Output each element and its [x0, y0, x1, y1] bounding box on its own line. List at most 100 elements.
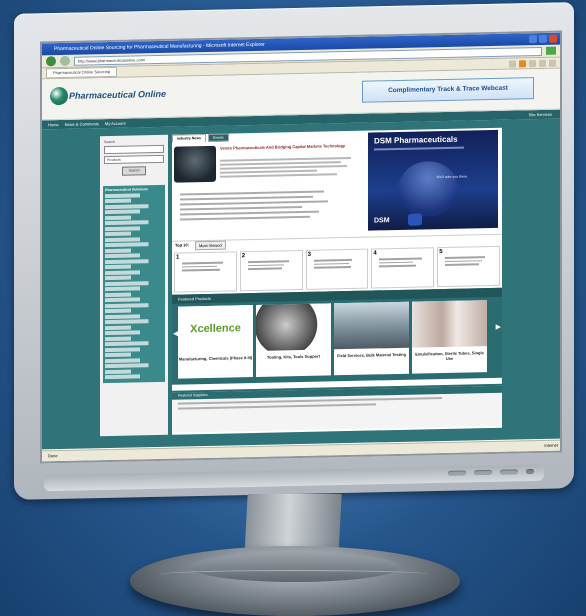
category-link[interactable]	[105, 296, 163, 303]
featured-item[interactable]: Xcellence Manufacturing, Chemicals (Phas…	[178, 305, 253, 379]
category-link[interactable]	[105, 340, 163, 347]
featured-item[interactable]: Field Services, Bulk Material Testing	[334, 301, 409, 376]
category-link[interactable]	[105, 192, 163, 198]
news-tabs: Industry News Events	[172, 131, 362, 143]
logo-icon[interactable]	[50, 86, 68, 106]
category-link[interactable]	[105, 280, 163, 286]
monitor-button[interactable]	[474, 469, 492, 476]
news-headline[interactable]: Vertex Pharmaceuticals And Bridging Capi…	[220, 143, 358, 151]
top10-item[interactable]: 4	[371, 247, 435, 289]
page-icon[interactable]	[539, 59, 546, 67]
featured-image	[334, 301, 409, 350]
top10-item[interactable]: 3	[305, 248, 369, 290]
monitor-button[interactable]	[500, 469, 518, 475]
chevron-right-icon[interactable]: ▶	[496, 323, 501, 331]
page-body: Search Products Search Pharmaceutical So…	[42, 118, 560, 450]
dsm-ad[interactable]: DSM Pharmaceuticals We'll take you there…	[368, 129, 498, 231]
browser-tab[interactable]: Pharmaceutical Online Sourcing	[46, 66, 118, 79]
nav-news[interactable]: News & Comments	[65, 121, 99, 127]
category-link[interactable]	[105, 335, 163, 341]
webcast-banner[interactable]: Complimentary Track & Trace Webcast	[362, 77, 534, 103]
nav-site-services[interactable]: Site Services	[529, 112, 552, 117]
ad-title: DSM Pharmaceuticals	[374, 134, 458, 146]
category-list: Pharmaceutical Solutions	[103, 184, 165, 383]
category-link[interactable]	[105, 241, 163, 248]
news-link[interactable]	[180, 205, 303, 211]
category-link[interactable]	[105, 203, 163, 209]
news-link[interactable]	[180, 195, 314, 201]
photo-scene: Pharmaceutical Online Sourcing for Pharm…	[0, 0, 586, 616]
category-link[interactable]	[105, 357, 163, 363]
category-link[interactable]	[105, 197, 163, 204]
news-link[interactable]	[180, 210, 319, 216]
forward-button[interactable]	[60, 55, 70, 67]
nav-account[interactable]: My Account	[105, 121, 126, 126]
suppliers-header: Featured Suppliers	[172, 385, 502, 400]
featured-item[interactable]: Emulsification, Sterile Tubes, Single Us…	[412, 300, 487, 374]
close-icon[interactable]	[549, 34, 557, 43]
search-label: Search	[104, 139, 116, 145]
category-link[interactable]	[105, 219, 163, 226]
maximize-icon[interactable]	[539, 34, 547, 44]
site-logo[interactable]: Pharmaceutical Online	[69, 89, 166, 101]
category-link[interactable]	[105, 329, 163, 336]
featured-item[interactable]: Tooling, Kits, Tools Support	[256, 303, 331, 377]
monitor-button[interactable]	[448, 470, 466, 476]
top10-item[interactable]: 2	[239, 249, 303, 292]
category-link[interactable]	[105, 368, 163, 374]
category-link[interactable]	[105, 274, 163, 281]
tab-events[interactable]: Events	[207, 133, 229, 142]
top10-section: Top 10: Most Viewed 1 2 3 4 5	[172, 233, 502, 293]
category-link[interactable]	[105, 263, 163, 270]
news-summary	[220, 155, 358, 180]
category-link[interactable]	[105, 346, 163, 352]
category-link[interactable]	[105, 351, 163, 358]
news-link[interactable]	[180, 190, 324, 196]
search-button[interactable]: Search	[122, 166, 146, 176]
category-link[interactable]	[105, 313, 163, 319]
category-link[interactable]	[105, 247, 163, 253]
category-link[interactable]	[105, 302, 163, 308]
news-bullets	[180, 187, 360, 224]
tab-industry-news[interactable]: Industry News	[172, 133, 206, 143]
category-link[interactable]	[105, 318, 163, 325]
news-link[interactable]	[180, 200, 328, 206]
search-input[interactable]	[104, 144, 164, 155]
search-category-select[interactable]: Products	[104, 154, 164, 165]
news-link[interactable]	[180, 215, 310, 221]
back-button[interactable]	[46, 56, 56, 67]
monitor-base-rim	[160, 570, 430, 579]
tab-most-viewed[interactable]: Most Viewed	[194, 240, 226, 251]
category-link[interactable]	[105, 225, 163, 231]
print-icon[interactable]	[529, 59, 536, 67]
category-link[interactable]	[105, 373, 163, 380]
category-link[interactable]	[105, 362, 163, 369]
category-link[interactable]	[105, 269, 163, 275]
category-link[interactable]	[105, 258, 163, 264]
featured-image: Xcellence	[178, 305, 253, 353]
top10-item[interactable]: 5	[437, 245, 500, 288]
category-link[interactable]	[105, 324, 163, 330]
category-link[interactable]	[105, 285, 163, 292]
category-link[interactable]	[105, 307, 163, 314]
tools-icon[interactable]	[549, 59, 556, 67]
category-link[interactable]	[105, 208, 163, 215]
feed-icon[interactable]	[519, 59, 526, 67]
supplier-link[interactable]	[178, 403, 376, 410]
category-link[interactable]	[105, 230, 163, 237]
home-icon[interactable]	[509, 59, 516, 68]
toolbar-icons	[509, 59, 556, 68]
category-link[interactable]	[105, 214, 163, 220]
power-button[interactable]	[526, 468, 534, 475]
featured-list: Xcellence Manufacturing, Chemicals (Phas…	[172, 297, 502, 382]
top10-item[interactable]: 1	[174, 251, 237, 293]
top10-list: 1 2 3 4 5	[172, 244, 502, 295]
nav-home[interactable]: Home	[48, 122, 59, 127]
go-button[interactable]	[546, 46, 556, 55]
minimize-icon[interactable]	[529, 35, 537, 44]
news-photo[interactable]	[174, 145, 216, 183]
category-link[interactable]	[105, 236, 163, 242]
featured-caption: Tooling, Kits, Tools Support	[267, 353, 320, 360]
category-link[interactable]	[105, 291, 163, 297]
category-link[interactable]	[105, 252, 163, 259]
